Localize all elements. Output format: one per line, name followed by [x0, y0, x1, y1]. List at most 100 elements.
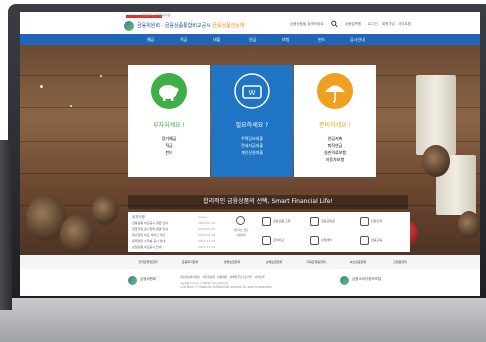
umbrella-icon	[317, 73, 353, 109]
pine-cone-decor	[422, 145, 450, 177]
main-nav: 예금 적금 대출 연금 보험 펀드 공시안내	[20, 34, 480, 45]
card-save-item[interactable]: 적금	[128, 143, 210, 149]
org-name: 금융위원회 · 금융상품통합비교공시	[137, 23, 211, 29]
card-prepare-item[interactable]: 자동차보험	[294, 157, 376, 163]
monitor-icon	[360, 217, 369, 226]
footer-portal-name[interactable]: 금융소비자정보포털	[352, 277, 381, 282]
nav-item-pension[interactable]: 연금	[249, 34, 256, 45]
footer-copyright: COPYRIGHT © FINANCIAL SUPERVISORY SERVIC…	[180, 286, 273, 289]
card-save-title: 부자되세요 !	[153, 122, 185, 129]
background-object	[0, 140, 12, 310]
card-prepare-title: 준비하세요 !	[319, 122, 351, 129]
search-icon[interactable]	[331, 20, 338, 28]
quicklink-label: 금융감독원	[321, 219, 335, 223]
card-borrow-item[interactable]: 전세자금대출	[211, 143, 293, 149]
partner-logo[interactable]: 금융투자협회	[168, 258, 212, 266]
partner-logo[interactable]: 저축은행중앙회	[294, 258, 338, 266]
snow-decor	[40, 85, 43, 88]
notice-date: 2015.12.28	[198, 233, 216, 237]
site-footer: 금융위원회 개인정보처리방침 · 저작권정책 · 이용약관 · 이메일무단수집거…	[20, 269, 480, 296]
notice-item[interactable]: 보험상품 비교공시 안내	[132, 245, 162, 249]
pine-cone-decor	[92, 195, 118, 225]
footer-links[interactable]: 개인정보처리방침 · 저작권정책 · 이용약관 · 이메일무단수집거부 · 사이…	[180, 275, 264, 279]
birch-log-decor	[416, 75, 456, 155]
partner-logo[interactable]: 생명보험협회	[210, 258, 254, 266]
footer-logo2-icon	[340, 276, 349, 285]
faq-sub: 이용안내	[236, 234, 246, 237]
wallet-icon: W	[234, 73, 270, 109]
partner-logo[interactable]: 전국은행연합회	[126, 258, 170, 266]
faq-clock-icon	[236, 216, 245, 225]
nav-item-notice[interactable]: 공시안내	[350, 34, 365, 45]
footer-address: 서울특별시 영등포구 여의대로 38 금융감독원	[180, 282, 228, 285]
nav-item-deposit[interactable]: 예금	[147, 34, 154, 45]
card-borrow[interactable]: W 필요하세요 ? 주택담보대출 전세자금대출 개인신용대출	[211, 65, 293, 177]
quicklink-label: 금리비교	[273, 238, 285, 242]
org-name-highlight: 금융상품한눈에	[212, 23, 245, 29]
notice-item[interactable]: 대출금리 비교 서비스 개시	[132, 233, 165, 237]
partner-logo[interactable]: 신협중앙회	[378, 258, 422, 266]
card-borrow-item[interactable]: 개인신용대출	[211, 150, 293, 156]
site-logo-text[interactable]: 금융위원회 · 금융상품통합비교공시 금융상품한눈에	[137, 21, 245, 31]
nav-item-loan[interactable]: 대출	[213, 34, 220, 45]
quicklink-product[interactable]: 금융상품 조회	[262, 215, 302, 229]
quicklink-rate[interactable]: 금리비교	[262, 234, 302, 248]
info-panel: 공지사항 more+ 금융상품 비교공시 개편 안내 2016.01.13 연금…	[128, 212, 410, 252]
card-prepare[interactable]: 준비하세요 ! 연금저축 퇴직연금 실손의료보험 자동차보험	[294, 65, 376, 177]
monitor-stand	[0, 298, 486, 342]
card-save-item[interactable]: 정기예금	[128, 136, 210, 142]
partner-logo[interactable]: 손해보험협회	[252, 258, 296, 266]
util-link-sitemap[interactable]: 사이트맵	[398, 22, 411, 27]
notice-item[interactable]: 연금저축 공시항목 변경 안내	[132, 227, 168, 231]
partner-logo[interactable]: 여신금융협회	[336, 258, 380, 266]
building-icon	[310, 217, 319, 226]
snow-decor	[100, 75, 102, 77]
search-input[interactable]: 금융상품을 검색하세요	[290, 22, 323, 27]
quicklink-education[interactable]: 금융교육	[360, 234, 400, 248]
top-banner-text: 국민행복 정책금융지원	[142, 13, 171, 17]
piggy-bank-icon	[151, 73, 187, 109]
footer-org-name[interactable]: 금융위원회	[140, 277, 156, 282]
calculator-icon	[262, 236, 271, 245]
nav-item-savings[interactable]: 적금	[180, 34, 187, 45]
nav-item-insurance[interactable]: 보험	[282, 34, 289, 45]
card-prepare-item[interactable]: 퇴직연금	[294, 143, 376, 149]
quicklink-complaint[interactable]: 민원신청	[360, 215, 400, 229]
card-prepare-item[interactable]: 연금저축	[294, 136, 376, 142]
util-link-join[interactable]: 회원가입	[382, 22, 395, 27]
browser-viewport: 국민행복 정책금융지원 금융위원회 · 금융상품통합비교공시 금융상품한눈에 금…	[20, 12, 480, 296]
notice-date: 2015.12.14	[198, 245, 216, 249]
nav-item-fund[interactable]: 펀드	[318, 34, 325, 45]
hero-slogan: 합리적인 금융상품의 선택, Smart Financial Life!	[128, 195, 408, 209]
partner-bar: 전국은행연합회 금융투자협회 생명보험협회 손해보험협회 저축은행중앙회 여신금…	[20, 255, 480, 269]
phone-icon	[310, 236, 319, 245]
notice-date: 2015.12.21	[198, 239, 216, 243]
quicklink-fss[interactable]: 금융감독원	[310, 215, 350, 229]
card-borrow-item[interactable]: 주택담보대출	[211, 136, 293, 142]
card-save[interactable]: 부자되세요 ! 정기예금 적금 펀드	[128, 65, 210, 177]
book-icon	[360, 236, 369, 245]
notice-date: 2016.01.13	[198, 221, 216, 225]
site-header: 국민행복 정책금융지원 금융위원회 · 금융상품통합비교공시 금융상품한눈에 금…	[20, 12, 480, 34]
quicklink-label: 금융교육	[371, 238, 383, 242]
faq-center[interactable]: 자주하는 질문 이용안내	[228, 214, 254, 250]
svg-text:W: W	[249, 89, 256, 97]
notice-more-link[interactable]: more+	[198, 215, 208, 219]
notice-date: 2016.01.05	[198, 227, 216, 231]
site-logo-icon[interactable]	[124, 21, 134, 31]
quicklink-label: 금융상품 조회	[273, 219, 291, 223]
pine-cone-decor	[60, 215, 94, 253]
card-prepare-item[interactable]: 실손의료보험	[294, 150, 376, 156]
quicklink-label: 민원신청	[371, 219, 383, 223]
util-link-fss[interactable]: 금융감독원	[345, 22, 361, 27]
card-save-item[interactable]: 펀드	[128, 150, 210, 156]
notice-item[interactable]: 퇴직연금 수익률 공시 안내	[132, 239, 165, 243]
footer-logo-icon	[128, 276, 137, 285]
quicklink-consult[interactable]: 상담센터	[310, 234, 350, 248]
quicklink-label: 상담센터	[321, 238, 333, 242]
faq-label: 자주하는 질문	[233, 229, 249, 232]
util-link-login[interactable]: 로그인	[368, 22, 378, 27]
hero-section: 부자되세요 ! 정기예금 적금 펀드 W 필요하세요 ? 주택담보대출 전세자금…	[20, 45, 480, 255]
notice-item[interactable]: 금융상품 비교공시 개편 안내	[132, 221, 168, 225]
card-borrow-title: 필요하세요 ?	[235, 122, 269, 129]
